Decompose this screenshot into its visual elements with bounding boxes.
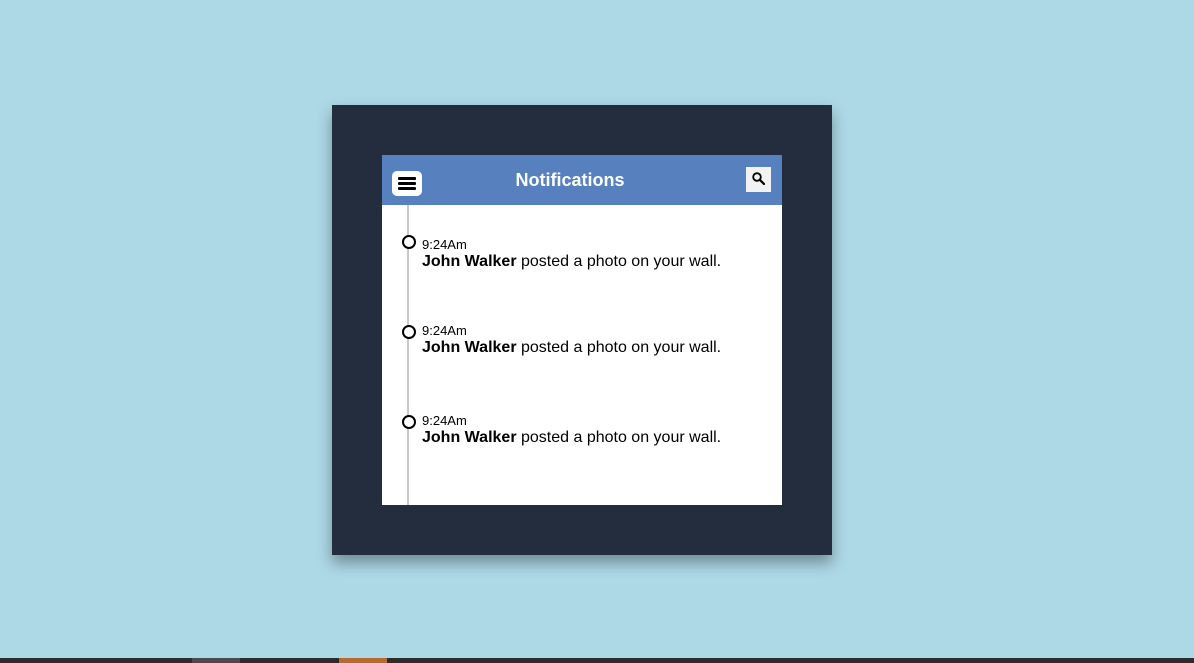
timeline-dot-icon <box>402 235 416 249</box>
notification-text: posted a photo on your wall. <box>516 429 722 446</box>
timeline-dot-icon <box>402 325 416 339</box>
notification-user-name[interactable]: John Walker <box>422 339 517 356</box>
taskbar-app-item[interactable] <box>192 658 240 663</box>
timeline-dot-icon <box>402 415 416 429</box>
search-button[interactable] <box>746 167 771 192</box>
taskbar-app-item-active[interactable] <box>339 658 387 663</box>
notification-time: 9:24Am <box>422 413 467 428</box>
page-title: Notifications <box>515 170 625 190</box>
notification-text: posted a photo on your wall. <box>516 339 722 356</box>
notification-message: John Walker posted a photo on your wall. <box>422 339 721 357</box>
notifications-panel: Notifications 9:24Am John Walker posted … <box>382 155 782 505</box>
search-icon <box>752 172 765 185</box>
device-frame: Notifications 9:24Am John Walker posted … <box>332 105 832 555</box>
taskbar <box>0 658 1194 663</box>
notification-time: 9:24Am <box>422 323 467 338</box>
notification-item[interactable]: 9:24Am John Walker posted a photo on you… <box>382 235 782 275</box>
notification-message: John Walker posted a photo on your wall. <box>422 253 721 271</box>
notification-user-name[interactable]: John Walker <box>422 429 517 446</box>
notification-time: 9:24Am <box>422 237 467 252</box>
notification-text: posted a photo on your wall. <box>516 253 722 270</box>
notification-item[interactable]: 9:24Am John Walker posted a photo on you… <box>382 323 782 365</box>
app-header: Notifications <box>382 155 782 205</box>
notification-item[interactable]: 9:24Am John Walker posted a photo on you… <box>382 413 782 455</box>
notification-user-name[interactable]: John Walker <box>422 253 517 270</box>
notification-message: John Walker posted a photo on your wall. <box>422 429 721 447</box>
page-background: { "header": { "title": "Notifications", … <box>0 0 1194 663</box>
